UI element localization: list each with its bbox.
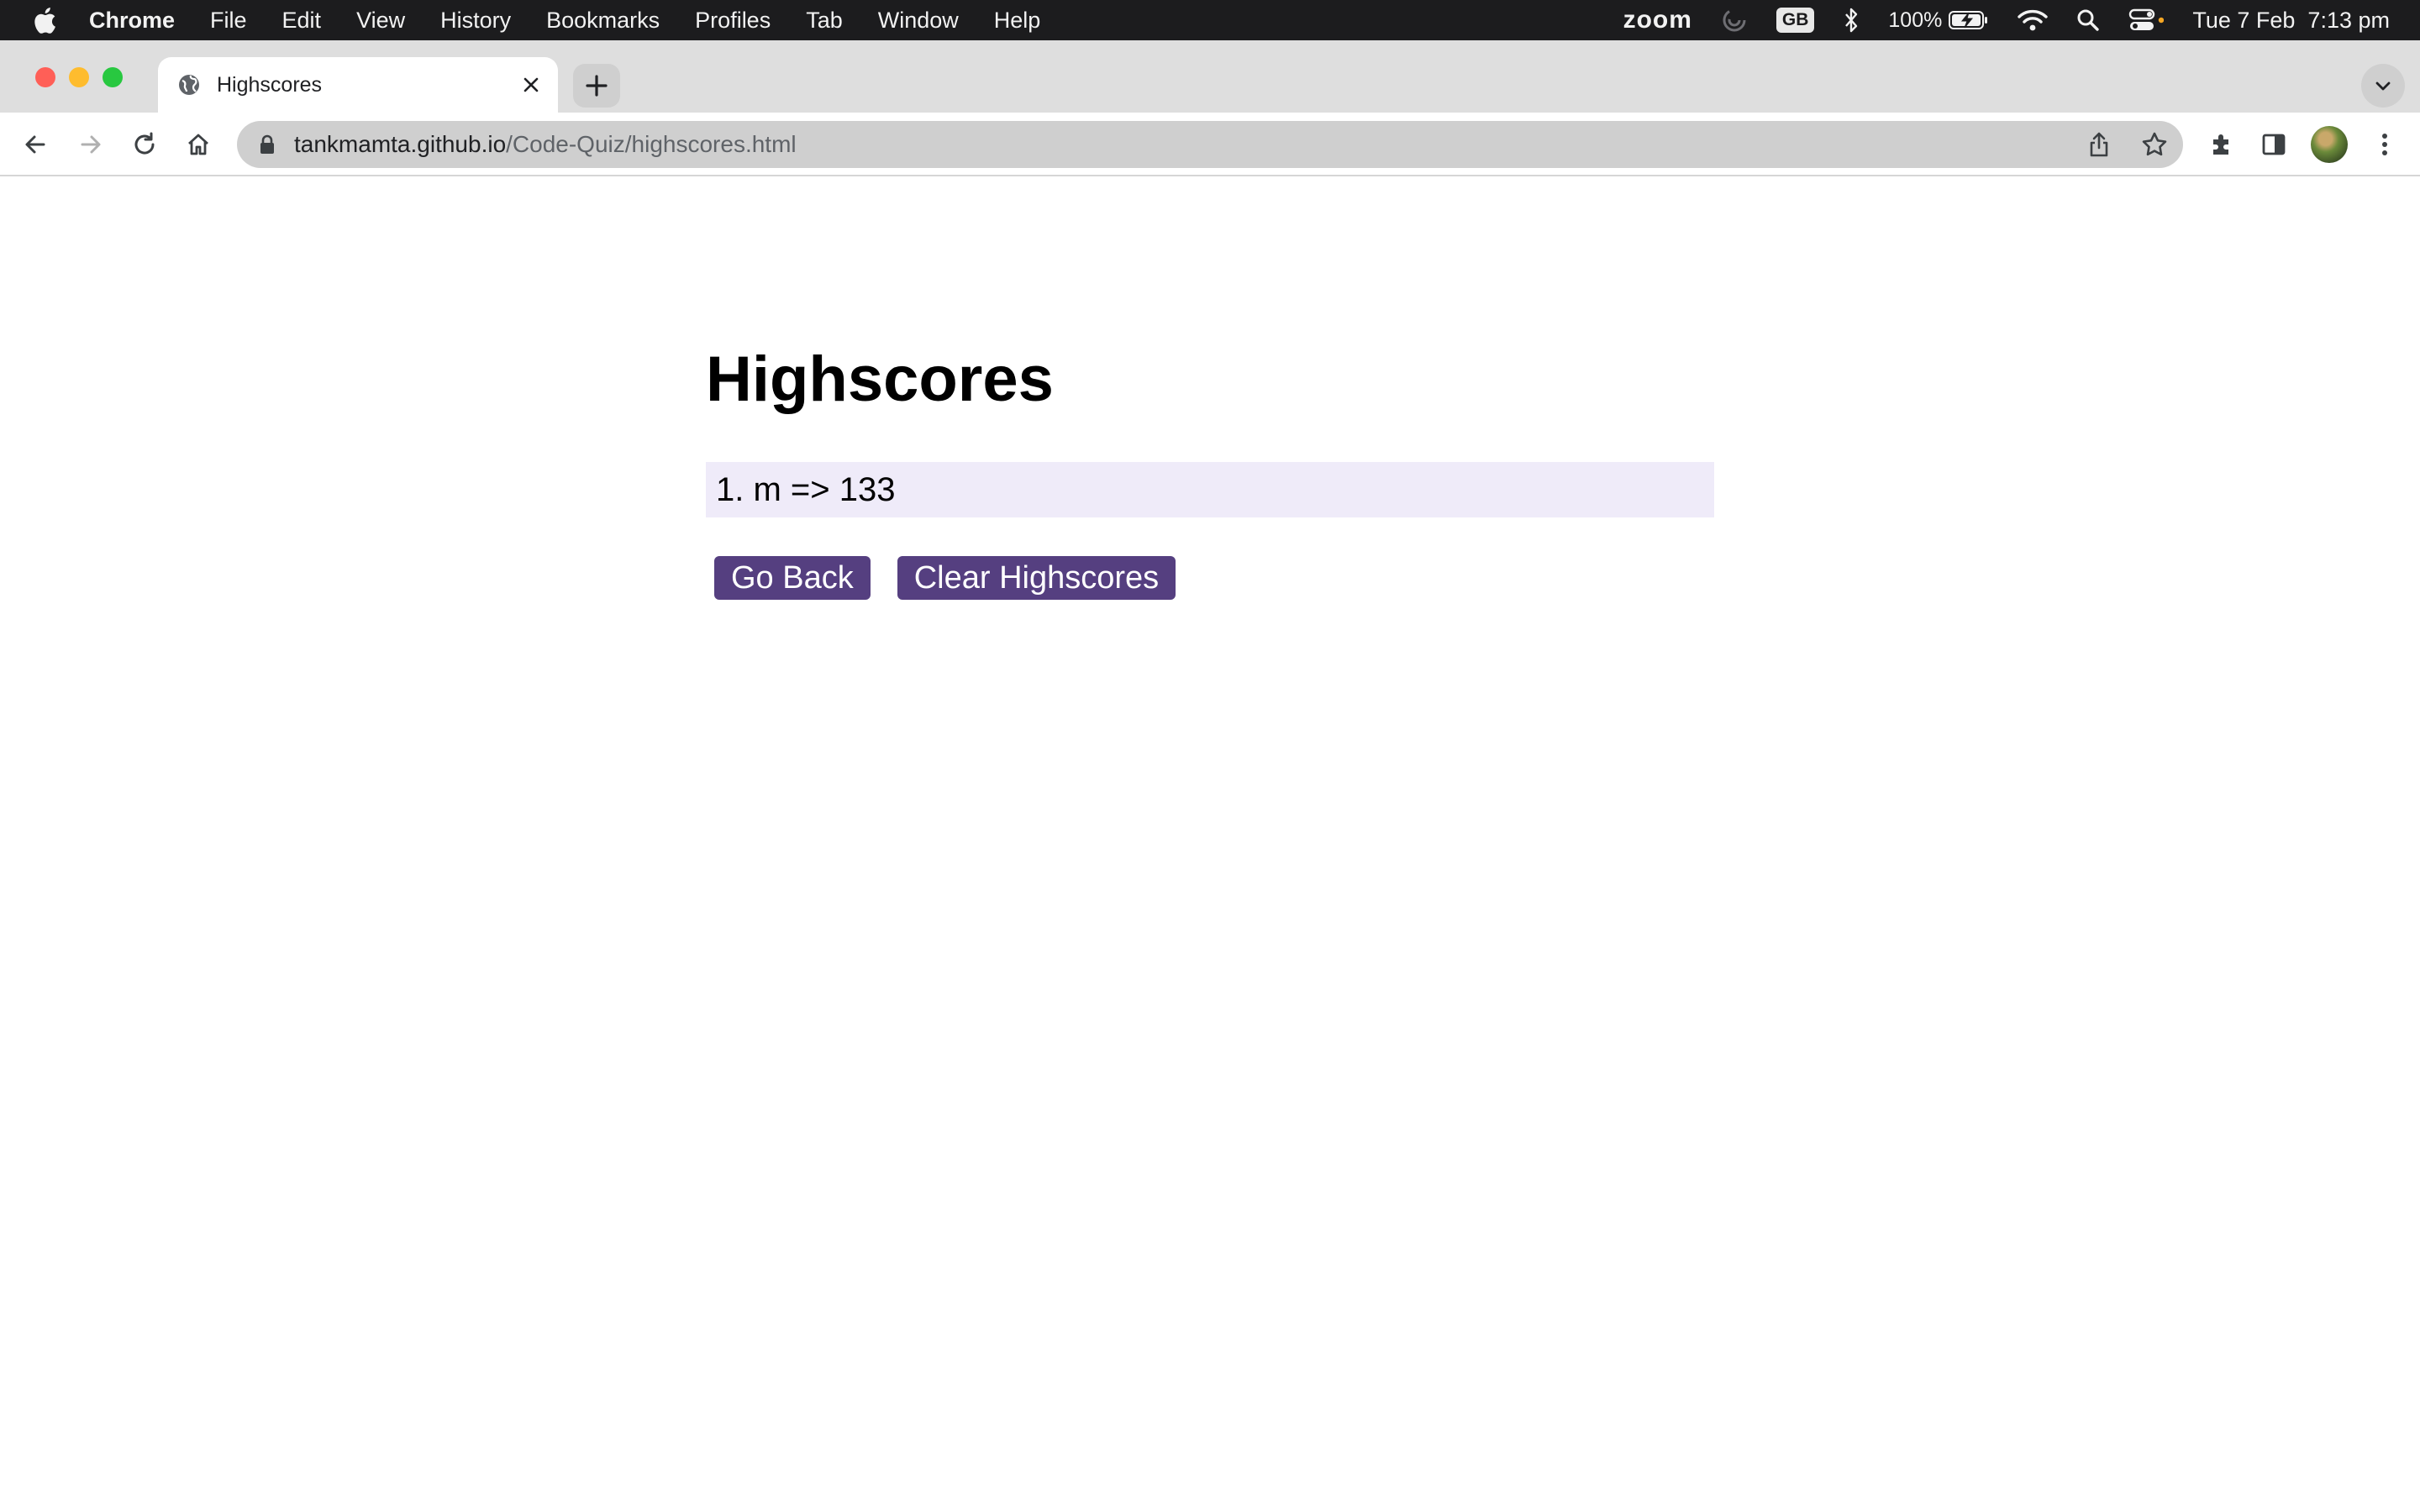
- go-back-button[interactable]: Go Back: [714, 556, 871, 600]
- control-center-icon[interactable]: [2128, 8, 2165, 33]
- menu-help[interactable]: Help: [994, 8, 1041, 34]
- home-button[interactable]: [182, 128, 215, 161]
- tab-highscores[interactable]: Highscores: [158, 57, 558, 113]
- zoom-status[interactable]: zoom: [1623, 6, 1692, 34]
- forward-button[interactable]: [74, 128, 108, 161]
- action-buttons: Go Back Clear Highscores: [714, 556, 1176, 600]
- spotlight-icon[interactable]: [2076, 8, 2100, 32]
- menu-bookmarks[interactable]: Bookmarks: [546, 8, 660, 34]
- home-icon: [188, 134, 208, 155]
- side-panel-icon: [2262, 134, 2286, 155]
- menu-window[interactable]: Window: [878, 8, 959, 34]
- apple-icon[interactable]: [32, 6, 57, 34]
- chevron-down-icon: [2375, 81, 2391, 91]
- menu-app-name[interactable]: Chrome: [89, 8, 175, 34]
- tab-title: Highscores: [217, 72, 323, 97]
- more-vert-icon: [2382, 134, 2387, 155]
- highscores-list: 1. m => 133: [706, 462, 1714, 517]
- url-host: tankmamta.github.io: [294, 131, 507, 157]
- menu-profiles[interactable]: Profiles: [695, 8, 771, 34]
- bookmark-star-icon[interactable]: [2138, 128, 2171, 161]
- chrome-menu-button[interactable]: [2368, 128, 2402, 161]
- window-minimize-button[interactable]: [69, 67, 89, 87]
- clear-highscores-button[interactable]: Clear Highscores: [897, 556, 1176, 600]
- page-title: Highscores: [706, 344, 1054, 415]
- menu-tab[interactable]: Tab: [806, 8, 843, 34]
- highscore-item: 1. m => 133: [706, 462, 1714, 517]
- close-tab-icon[interactable]: [518, 71, 544, 98]
- browser-toolbar: tankmamta.github.io/Code-Quiz/highscores…: [0, 113, 2420, 176]
- menu-bar: Chrome File Edit View History Bookmarks …: [0, 0, 2420, 40]
- globe-icon: [176, 72, 202, 97]
- lock-icon[interactable]: [257, 133, 277, 156]
- battery-percentage: 100%: [1888, 8, 1943, 32]
- menu-edit[interactable]: Edit: [282, 8, 322, 34]
- page-content: Highscores 1. m => 133 Go Back Clear Hig…: [0, 178, 2420, 1512]
- input-source-badge[interactable]: GB: [1776, 8, 1815, 33]
- share-icon[interactable]: [2082, 128, 2116, 161]
- url-path: /Code-Quiz/highscores.html: [506, 131, 797, 157]
- reload-button[interactable]: [128, 128, 161, 161]
- reload-icon: [134, 132, 155, 155]
- arrow-left-icon: [25, 135, 45, 154]
- profile-avatar[interactable]: [2311, 126, 2348, 163]
- status-area: zoom GB 100% Tue 7 Feb 7:13 pm: [1623, 0, 2390, 40]
- menu-view[interactable]: View: [356, 8, 405, 34]
- back-button[interactable]: [18, 128, 52, 161]
- menubar-clock[interactable]: Tue 7 Feb 7:13 pm: [2192, 8, 2390, 34]
- tab-search-button[interactable]: [2361, 64, 2405, 108]
- bluetooth-icon[interactable]: [1843, 8, 1860, 33]
- menu-history[interactable]: History: [440, 8, 511, 34]
- url-text[interactable]: tankmamta.github.io/Code-Quiz/highscores…: [294, 131, 797, 158]
- window-close-button[interactable]: [35, 67, 55, 87]
- extensions-button[interactable]: [2205, 128, 2238, 161]
- plus-icon: [586, 75, 608, 97]
- window-maximize-button[interactable]: [103, 67, 123, 87]
- activity-icon[interactable]: [1721, 7, 1748, 34]
- wifi-icon[interactable]: [2018, 8, 2049, 32]
- address-bar[interactable]: tankmamta.github.io/Code-Quiz/highscores…: [237, 121, 2183, 168]
- side-panel-button[interactable]: [2257, 128, 2291, 161]
- puzzle-icon: [2213, 134, 2228, 155]
- menu-file[interactable]: File: [210, 8, 247, 34]
- arrow-right-icon: [81, 135, 101, 154]
- battery-charging-icon[interactable]: [1949, 10, 1989, 30]
- new-tab-button[interactable]: [573, 64, 620, 108]
